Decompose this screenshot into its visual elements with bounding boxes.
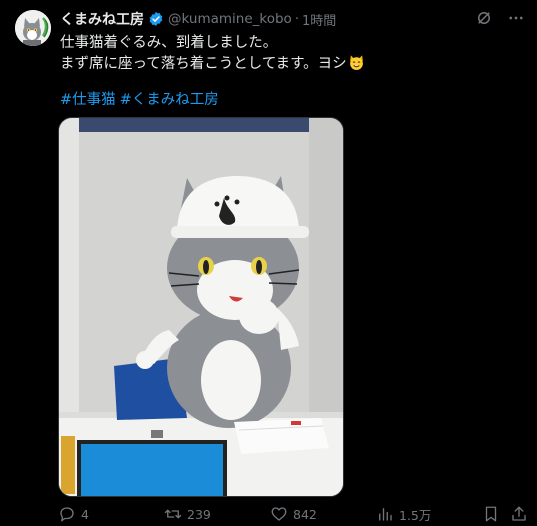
repost-icon [164,505,182,523]
share-icon [510,505,528,523]
reply-icon [58,505,76,523]
post-timestamp[interactable]: 1時間 [302,10,336,29]
bookmark-button[interactable] [482,504,505,524]
cat-costume-photo-icon [59,118,343,496]
share-button[interactable] [510,504,533,524]
hashtag-link[interactable]: #仕事猫 [60,92,116,108]
post-media-photo[interactable] [58,117,344,497]
verified-badge-icon[interactable] [148,11,164,27]
cat-mascot-avatar-icon [15,10,51,46]
heart-icon [270,505,288,523]
post-card[interactable]: くまみね工房 @kumamine_kobo · 1時間 仕事猫着ぐるみ、到着しま… [0,0,537,526]
avatar[interactable] [15,10,51,46]
view-count: 1.5万 [399,507,432,523]
grok-icon[interactable] [475,9,493,27]
post-actions-bar: 4 239 842 1.5万 [58,504,530,524]
cat-face-emoji-icon [348,54,365,71]
user-handle[interactable]: @kumamine_kobo [168,11,292,27]
like-count: 842 [293,506,317,522]
analytics-icon [376,505,394,523]
separator-dot: · [294,11,299,27]
display-name[interactable]: くまみね工房 [60,9,144,29]
reply-count: 4 [81,506,89,522]
repost-count: 239 [187,506,211,522]
post-text-line-2-text: まず席に座って落ち着こうとしてます。ヨシ [60,56,347,72]
post-header: くまみね工房 @kumamine_kobo · 1時間 [60,9,336,29]
views-button[interactable]: 1.5万 [376,504,431,524]
top-actions [475,9,525,27]
post-text: 仕事猫着ぐるみ、到着しました。 まず席に座って落ち着こうとしてます。ヨシ [60,33,520,75]
post-text-line-1: 仕事猫着ぐるみ、到着しました。 [60,35,278,51]
reply-button[interactable]: 4 [58,504,89,524]
hashtag-link[interactable]: #くまみね工房 [120,92,219,108]
like-button[interactable]: 842 [270,504,317,524]
hashtags: #仕事猫 #くまみね工房 [60,88,223,109]
bookmark-icon [482,505,500,523]
more-icon[interactable] [507,9,525,27]
post-text-line-2: まず席に座って落ち着こうとしてます。ヨシ [60,54,520,75]
repost-button[interactable]: 239 [164,504,211,524]
